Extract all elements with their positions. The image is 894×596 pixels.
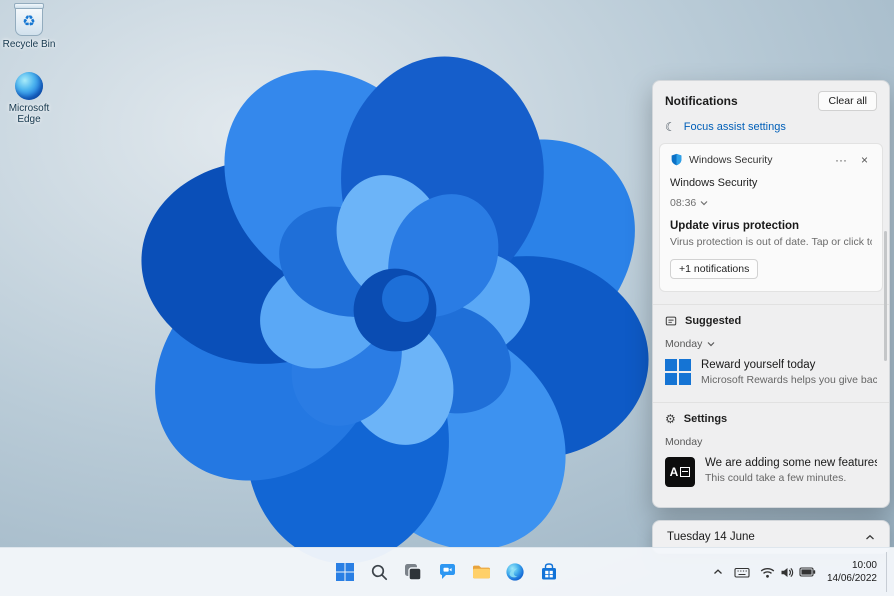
item-text: Reward yourself today Microsoft Rewards …: [701, 359, 877, 386]
chevron-down-icon: [707, 342, 715, 347]
task-view-icon: [405, 564, 422, 581]
wifi-icon: [760, 567, 775, 578]
settings-day-group[interactable]: Monday: [653, 425, 889, 448]
calendar-date-label: Tuesday 14 June: [667, 531, 755, 543]
settings-day-label: Monday: [665, 436, 703, 448]
suggested-day-label: Monday: [665, 338, 703, 350]
calendar-expand-button[interactable]: [857, 525, 883, 549]
clear-all-button[interactable]: Clear all: [818, 91, 877, 111]
taskbar-center-icons: [329, 554, 565, 590]
edge-browser-icon: [506, 563, 524, 581]
windows-start-icon: [336, 563, 354, 581]
file-explorer-button[interactable]: [465, 554, 497, 590]
clock-time: 10:00: [851, 560, 877, 571]
notification-more-options-icon[interactable]: ···: [831, 154, 851, 166]
edge-icon: [15, 72, 43, 100]
search-icon: [371, 564, 387, 580]
item-text: We are adding some new features to V Thi…: [705, 457, 877, 484]
taskbar-clock[interactable]: 10:00 14/06/2022: [821, 554, 886, 590]
hidden-icons-button[interactable]: [707, 554, 729, 590]
more-notifications-button[interactable]: +1 notifications: [670, 259, 759, 279]
file-explorer-icon: [472, 565, 490, 579]
notification-title: Update virus protection: [670, 220, 800, 232]
focus-assist-moon-icon: ☾: [665, 120, 676, 134]
store-button[interactable]: [533, 554, 565, 590]
notification-center-panel: Notifications Clear all ☾ Focus assist s…: [652, 80, 890, 508]
chevron-up-icon: [866, 534, 874, 539]
show-desktop-button[interactable]: [886, 552, 892, 592]
windows-security-notification-card[interactable]: Windows Security ··· × Windows Security …: [659, 143, 883, 292]
item-title: Reward yourself today: [701, 359, 816, 371]
focus-assist-settings-link[interactable]: ☾ Focus assist settings: [653, 117, 889, 143]
suggested-header-label: Suggested: [685, 315, 742, 327]
suggested-section: Suggested Monday Reward yourself today M…: [653, 304, 889, 390]
windows-features-notification-item[interactable]: A We are adding some new features to V T…: [653, 448, 889, 491]
chevron-down-icon: [700, 201, 708, 206]
item-body: Microsoft Rewards helps you give back: [701, 374, 877, 386]
settings-section: ⚙ Settings Monday A We are adding some n…: [653, 402, 889, 491]
touch-keyboard-button[interactable]: [729, 554, 755, 590]
item-body: This could take a few minutes.: [705, 472, 847, 484]
language-features-icon: A: [665, 457, 695, 487]
task-view-button[interactable]: [397, 554, 429, 590]
microsoft-store-icon: [542, 563, 556, 580]
volume-icon: [781, 567, 794, 577]
settings-section-header: ⚙ Settings: [653, 403, 889, 425]
desktop-icon-recycle-bin[interactable]: ♻ Recycle Bin: [0, 3, 61, 50]
chat-button[interactable]: [431, 554, 463, 590]
desktop-icon-label: Microsoft Edge: [8, 103, 50, 125]
settings-header-label: Settings: [683, 413, 728, 425]
notification-close-icon[interactable]: ×: [857, 154, 872, 166]
notification-app-name: Windows Security: [689, 153, 773, 166]
notification-card-header: Windows Security ··· ×: [670, 153, 872, 166]
notification-body: Virus protection is out of date. Tap or …: [670, 236, 872, 248]
battery-icon: [799, 567, 816, 577]
taskbar-system-tray: 10:00 14/06/2022: [707, 552, 892, 592]
gear-icon: ⚙: [665, 412, 676, 426]
notification-heading: Windows Security: [670, 177, 758, 189]
notifications-title: Notifications: [665, 94, 738, 108]
item-title: We are adding some new features to V: [705, 457, 877, 469]
network-volume-battery-button[interactable]: [755, 554, 821, 590]
suggested-day-group[interactable]: Monday: [653, 327, 889, 350]
notification-time-row[interactable]: 08:36: [670, 197, 872, 209]
notification-time: 08:36: [670, 197, 697, 209]
suggested-section-header: Suggested: [653, 305, 889, 327]
windows-security-shield-icon: [671, 153, 682, 166]
microsoft-rewards-icon: [665, 359, 691, 385]
desktop-icon-microsoft-edge[interactable]: Microsoft Edge: [0, 72, 61, 125]
suggested-icon: [665, 316, 677, 326]
recycle-glyph: ♻: [22, 12, 36, 30]
desktop-icon-label: Recycle Bin: [2, 39, 56, 50]
start-button[interactable]: [329, 554, 361, 590]
clock-date: 14/06/2022: [826, 573, 877, 584]
search-button[interactable]: [363, 554, 395, 590]
rewards-notification-item[interactable]: Reward yourself today Microsoft Rewards …: [653, 350, 889, 390]
chat-icon: [439, 564, 455, 579]
taskbar: 10:00 14/06/2022: [0, 547, 894, 596]
recycle-bin-icon: ♻: [14, 3, 44, 36]
keyboard-icon: [734, 567, 750, 578]
notifications-header: Notifications Clear all: [653, 81, 889, 117]
panel-scrollbar[interactable]: [884, 231, 887, 361]
edge-button[interactable]: [499, 554, 531, 590]
chevron-up-icon: [713, 569, 722, 574]
focus-assist-label: Focus assist settings: [683, 121, 786, 133]
